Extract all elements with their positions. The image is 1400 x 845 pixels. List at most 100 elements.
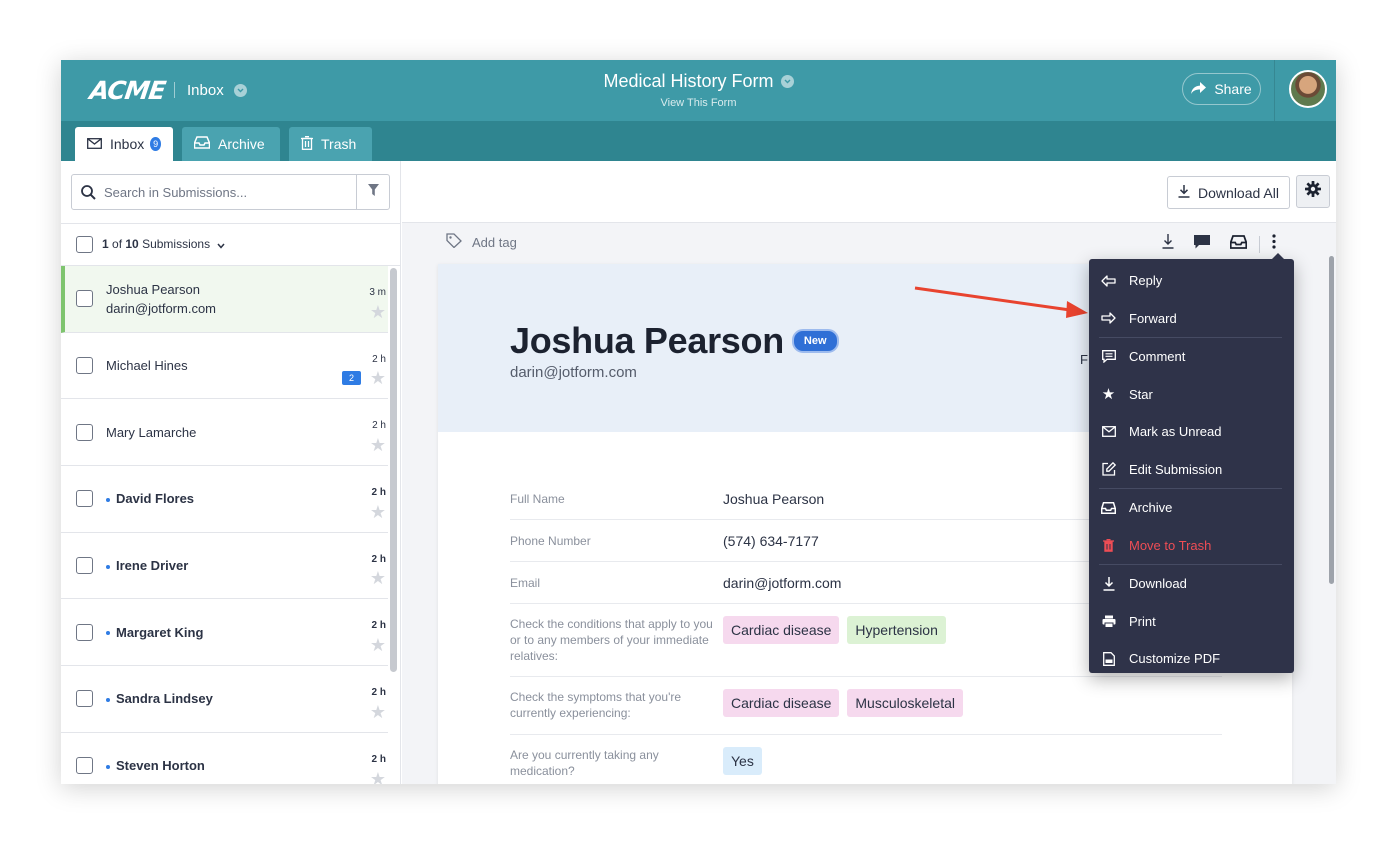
list-item[interactable]: Irene Driver 2 h ★ [61, 533, 388, 600]
comment-count-badge: 2 [342, 371, 361, 386]
menu-item-label: Archive [1129, 500, 1173, 516]
row-checkbox[interactable] [76, 290, 93, 308]
submitter-name-wrap: Margaret King [106, 625, 203, 640]
edit-icon [1101, 462, 1116, 477]
submission-time: 2 h [371, 687, 386, 699]
select-all-checkbox[interactable] [76, 236, 93, 253]
menu-item-label: Forward [1129, 310, 1177, 326]
tab-archive[interactable]: Archive [182, 127, 280, 161]
download-icon[interactable] [1162, 234, 1174, 254]
row-checkbox[interactable] [76, 623, 93, 641]
tab-trash[interactable]: Trash [289, 127, 372, 161]
tab-trash-label: Trash [321, 136, 357, 152]
chip: Yes [723, 747, 762, 775]
more-vertical-icon[interactable] [1272, 234, 1276, 254]
submitter-name-wrap: Steven Horton [106, 758, 205, 773]
annotation-arrow [914, 286, 1088, 318]
menu-item-forward[interactable]: Forward [1089, 300, 1294, 338]
view-form-link[interactable]: View This Form [61, 97, 1336, 109]
list-item[interactable]: Margaret King 2 h ★ [61, 599, 388, 667]
download-icon [1178, 184, 1190, 201]
form-title-dropdown[interactable]: Medical History Form [603, 71, 794, 92]
tab-archive-label: Archive [218, 136, 265, 152]
tag-icon [446, 233, 462, 251]
menu-item-archive[interactable]: Archive [1089, 489, 1294, 527]
field-chips: Yes [723, 747, 762, 784]
count-of-text: of [108, 237, 126, 252]
unread-dot [106, 631, 110, 636]
add-tag-label: Add tag [472, 234, 517, 250]
pdf-icon [1101, 651, 1116, 666]
avatar[interactable] [1289, 70, 1327, 108]
star-icon[interactable]: ★ [370, 703, 386, 721]
menu-item-star[interactable]: ★ Star [1089, 376, 1294, 414]
star-icon[interactable]: ★ [370, 369, 386, 387]
menu-item-customize-pdf[interactable]: Customize PDF [1089, 640, 1294, 678]
menu-item-label: Move to Trash [1129, 537, 1212, 553]
row-checkbox[interactable] [76, 757, 93, 775]
field-chips: Cardiac disease Musculoskeletal [723, 689, 963, 734]
submitter-email-heading: darin@jotform.com [510, 364, 637, 381]
new-badge: New [791, 329, 839, 353]
field-label: Full Name [510, 491, 565, 506]
unread-dot [106, 698, 110, 703]
submitter-name-wrap: Irene Driver [106, 558, 188, 573]
list-item[interactable]: David Flores 2 h ★ [61, 466, 388, 533]
archive-icon[interactable] [1229, 234, 1248, 254]
star-icon[interactable]: ★ [370, 569, 386, 587]
row-checkbox[interactable] [76, 490, 93, 508]
star-icon: ★ [1101, 386, 1116, 404]
filter-button[interactable] [356, 175, 389, 209]
star-icon[interactable]: ★ [370, 503, 386, 521]
list-item[interactable]: Steven Horton 2 h ★ [61, 733, 388, 784]
list-item[interactable]: Mary Lamarche 2 h ★ [61, 399, 388, 467]
share-button[interactable]: Share [1182, 73, 1261, 105]
comment-icon[interactable] [1194, 234, 1210, 254]
menu-item-mark-unread[interactable]: Mark as Unread [1089, 413, 1294, 451]
submissions-count-dropdown[interactable]: 1 of 10 Submissions [102, 237, 226, 252]
menu-item-move-to-trash[interactable]: Move to Trash [1089, 527, 1294, 565]
submitter-name: Irene Driver [116, 558, 189, 574]
menu-item-print[interactable]: Print [1089, 603, 1294, 641]
form-title: Medical History Form [603, 71, 774, 91]
star-icon[interactable]: ★ [370, 636, 386, 654]
list-item[interactable]: Sandra Lindsey 2 h ★ [61, 666, 388, 733]
submitter-name: Michael Hines [106, 358, 188, 374]
field-chips: Cardiac disease Hypertension [723, 616, 946, 676]
add-tag-button[interactable]: Add tag [446, 233, 517, 251]
star-icon[interactable]: ★ [370, 770, 386, 785]
field-value: (574) 634-7177 [723, 532, 819, 549]
download-all-button[interactable]: Download All [1167, 176, 1290, 209]
search-box [71, 174, 390, 210]
menu-item-comment[interactable]: Comment [1089, 338, 1294, 376]
list-item[interactable]: Michael Hines 2 h 2 ★ [61, 333, 388, 400]
settings-button[interactable] [1296, 175, 1330, 208]
field-label: Email [510, 575, 541, 590]
tab-inbox[interactable]: Inbox 9 [75, 127, 173, 161]
submission-time: 2 h [371, 753, 386, 765]
row-checkbox[interactable] [76, 557, 93, 575]
row-checkbox[interactable] [76, 357, 93, 375]
chip: Musculoskeletal [847, 689, 963, 717]
tab-bar: Inbox 9 Archive Trash [61, 121, 1336, 161]
submission-time: 2 h [372, 353, 386, 365]
list-item[interactable]: Joshua Pearson darin@jotform.com 3 m ★ [61, 266, 388, 333]
list-scrollbar[interactable] [390, 268, 397, 672]
menu-item-download[interactable]: Download [1089, 565, 1294, 603]
row-checkbox[interactable] [76, 690, 93, 708]
star-icon[interactable]: ★ [370, 303, 386, 321]
search-input[interactable] [104, 184, 354, 200]
download-icon [1101, 576, 1116, 591]
trash-icon [301, 135, 313, 153]
field-label: Phone Number [510, 533, 591, 548]
menu-item-reply[interactable]: Reply [1089, 262, 1294, 300]
star-icon[interactable]: ★ [370, 436, 386, 454]
menu-item-edit-submission[interactable]: Edit Submission [1089, 451, 1294, 489]
submitter-email: darin@jotform.com [106, 300, 217, 316]
submissions-list: Joshua Pearson darin@jotform.com 3 m ★ M… [61, 266, 388, 784]
detail-scrollbar[interactable] [1329, 256, 1334, 584]
row-checkbox[interactable] [76, 423, 93, 441]
form-title-wrap: Medical History Form [61, 71, 1336, 92]
chip: Hypertension [847, 616, 946, 644]
submission-actions [1162, 234, 1276, 254]
